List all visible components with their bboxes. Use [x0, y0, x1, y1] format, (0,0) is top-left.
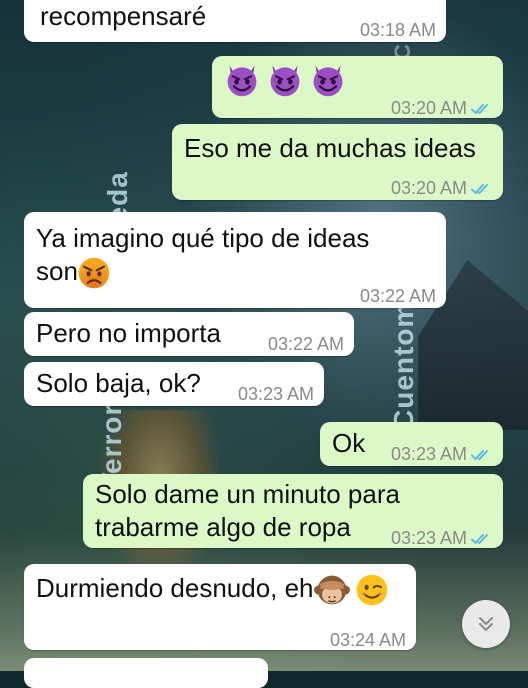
message-text: Solo baja, ok?: [36, 368, 201, 398]
message-bubble-outgoing[interactable]: Ok 03:23 AM: [320, 422, 503, 466]
message-bubble-outgoing[interactable]: Solo dame un minuto para trabarme algo d…: [83, 474, 503, 548]
message-time-text: 03:20 AM: [390, 98, 467, 118]
message-bubble-incoming[interactable]: Pero no importa 03:22 AM: [24, 312, 354, 356]
message-timestamp: 03:18 AM: [359, 20, 436, 40]
message-bubble-outgoing[interactable]: Eso me da muchas ideas 03:20 AM: [172, 124, 503, 200]
message-text: Durmiendo desnudo, eh: [36, 573, 314, 603]
message-text: Eso me da muchas ideas: [184, 133, 476, 163]
message-bubble-incoming-partial[interactable]: [24, 658, 268, 688]
message-text: Ok: [332, 428, 366, 458]
smiling-imp-emoji: [267, 62, 303, 98]
message-timestamp: 03:20 AM: [391, 92, 493, 125]
read-double-tick-icon: [471, 533, 493, 545]
angry-face-emoji: [76, 255, 112, 291]
message-bubble-incoming[interactable]: Solo baja, ok? 03:23 AM: [24, 362, 324, 406]
message-timestamp: 03:24 AM: [329, 630, 406, 650]
see-no-evil-monkey-emoji: [314, 572, 350, 608]
message-time-text: 03:23 AM: [390, 444, 467, 464]
message-timestamp: 03:20 AM: [391, 172, 493, 205]
wallpaper-watermark-3: Cuentom: [388, 301, 419, 430]
read-double-tick-icon: [471, 449, 493, 461]
read-double-tick-icon: [471, 103, 493, 115]
message-time-text: 03:20 AM: [390, 178, 467, 198]
message-timestamp: 03:23 AM: [237, 384, 314, 404]
double-chevron-down-icon: [479, 617, 493, 631]
scroll-to-bottom-button[interactable]: [462, 600, 510, 648]
message-bubble-incoming[interactable]: Ya imagino qué tipo de ideas son 03:22 A…: [24, 212, 446, 308]
message-timestamp: 03:23 AM: [391, 438, 493, 471]
read-double-tick-icon: [471, 183, 493, 195]
message-text-line-1: Solo dame un minuto para: [95, 479, 400, 509]
winking-face-emoji: [354, 572, 390, 608]
smiling-imp-emoji: [310, 62, 346, 98]
message-timestamp: 03:22 AM: [359, 286, 436, 306]
message-time-text: 03:23 AM: [390, 528, 467, 548]
message-timestamp: 03:22 AM: [267, 334, 344, 354]
message-bubble-outgoing[interactable]: 03:20 AM: [212, 56, 503, 118]
message-bubble-incoming[interactable]: Durmiendo desnudo, eh 03:24 AM: [24, 564, 416, 650]
message-timestamp: 03:23 AM: [391, 522, 493, 555]
message-text-line-1: Ya imagino qué tipo de ideas: [36, 223, 370, 253]
message-text: Pero no importa: [36, 318, 221, 348]
message-bubble-incoming[interactable]: recompensaré 03:18 AM: [24, 0, 446, 42]
smiling-imp-emoji: [224, 62, 260, 98]
message-text: son: [36, 256, 78, 286]
message-text: recompensaré: [40, 1, 207, 31]
